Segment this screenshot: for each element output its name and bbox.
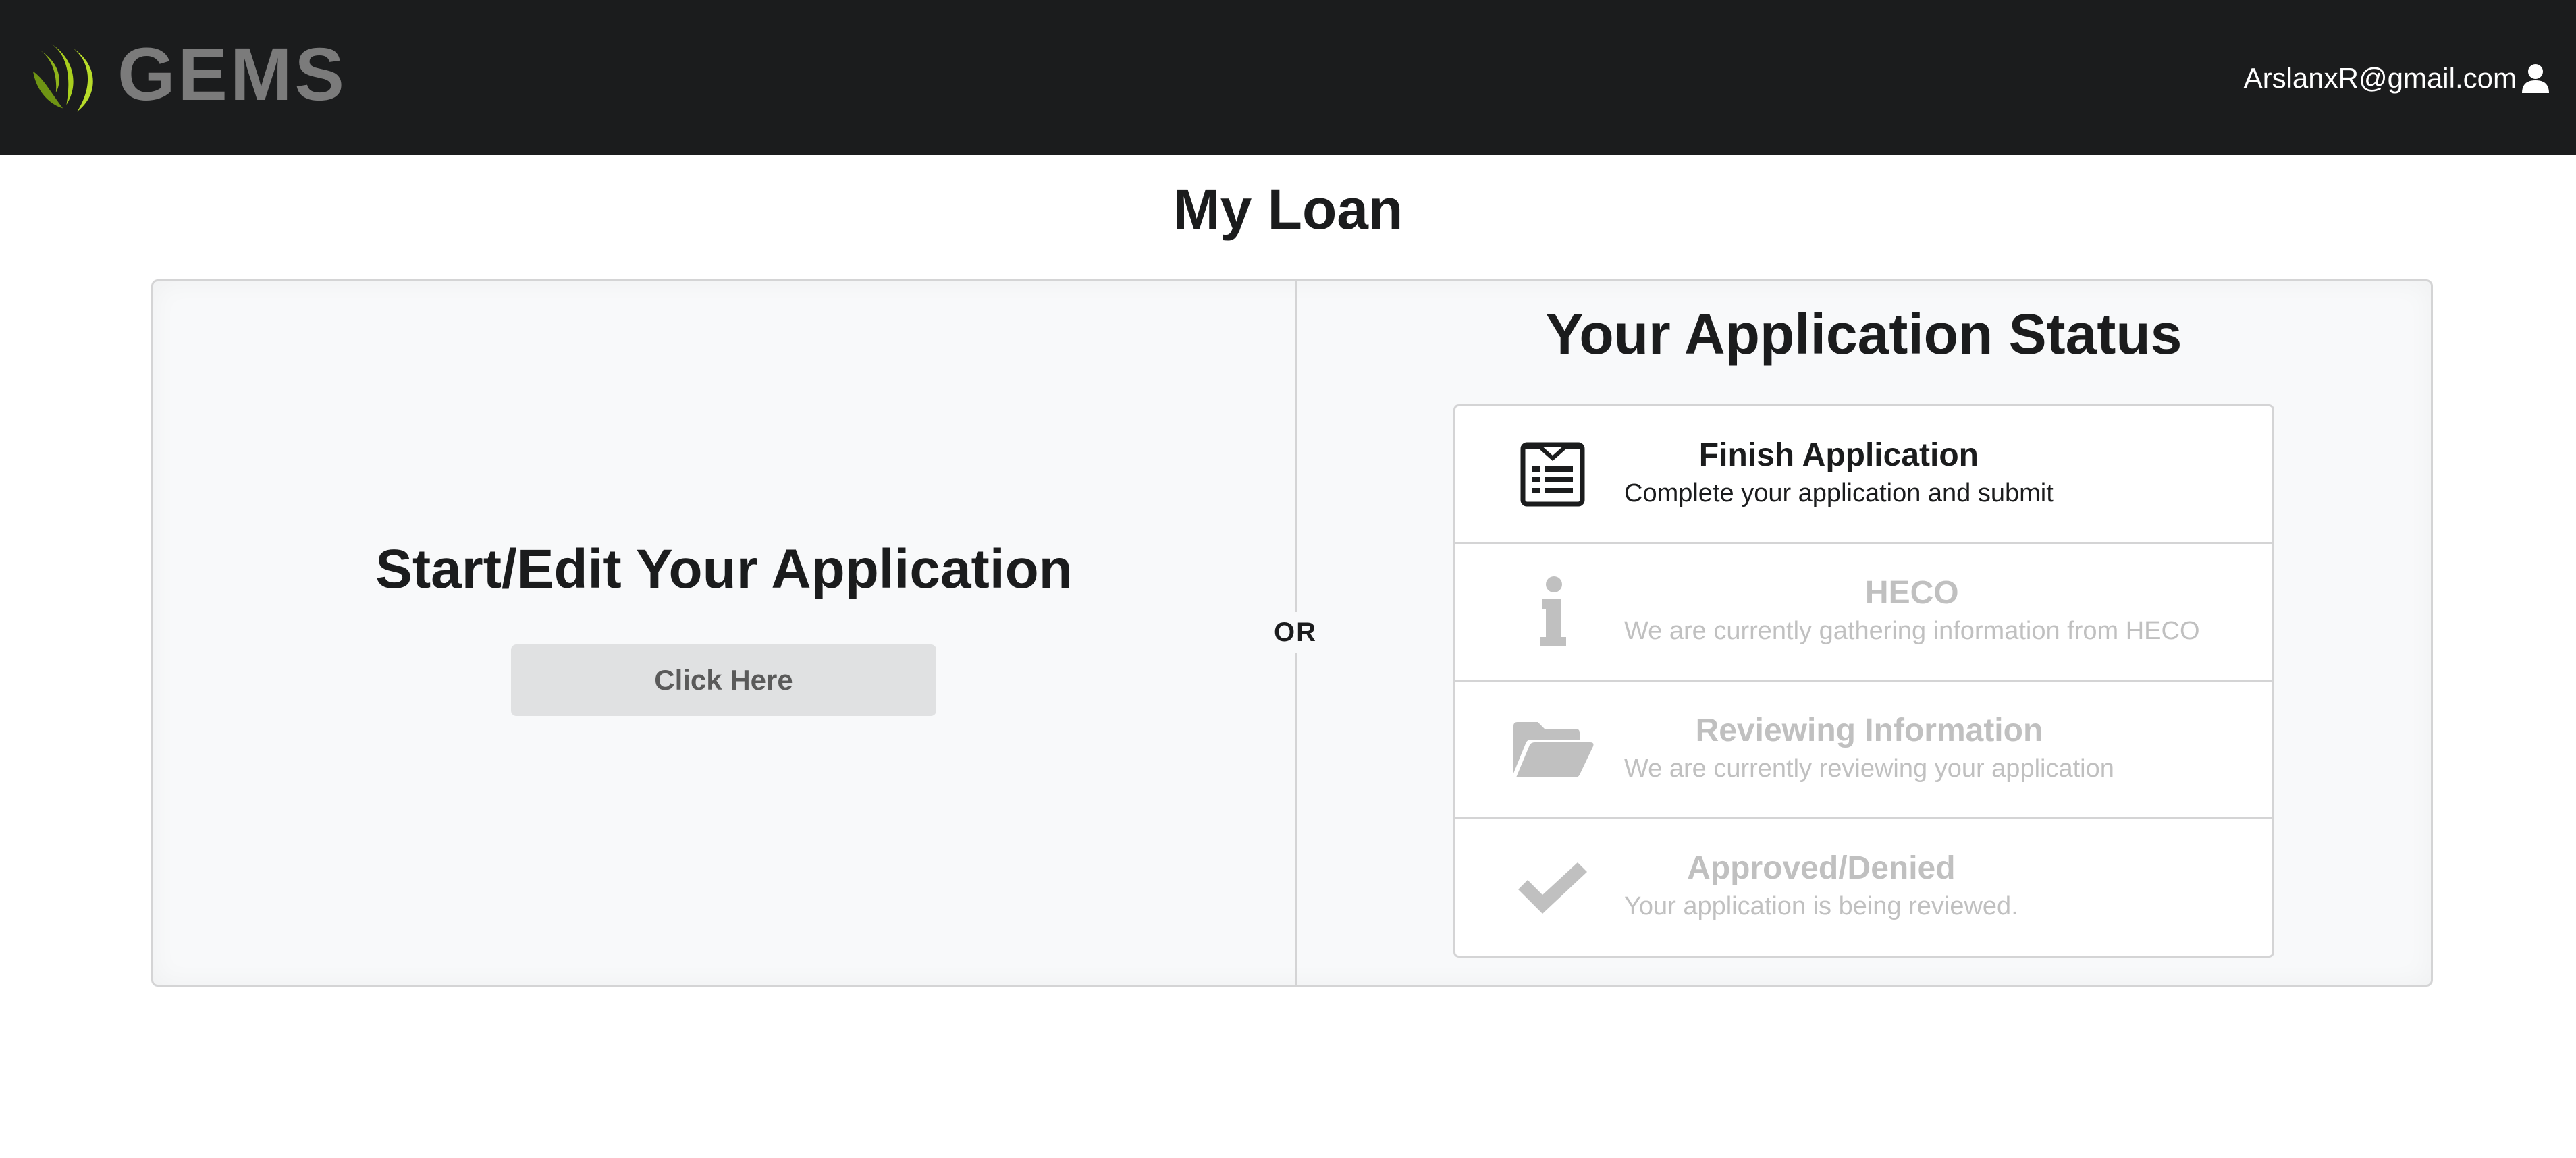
gems-leaf-logo-icon bbox=[33, 43, 93, 112]
step-reviewing-information: Reviewing Information We are currently r… bbox=[1455, 682, 2272, 819]
step-title: Approved/Denied bbox=[1687, 850, 1956, 886]
step-title: Finish Application bbox=[1698, 437, 1979, 473]
step-content: Finish Application Complete your applica… bbox=[1624, 436, 2054, 511]
user-icon bbox=[2522, 64, 2549, 93]
step-description: We are currently reviewing your applicat… bbox=[1624, 754, 2114, 783]
step-title: Reviewing Information bbox=[1695, 713, 2043, 748]
step-finish-application[interactable]: Finish Application Complete your applica… bbox=[1455, 406, 2272, 544]
step-approved-denied: Approved/Denied Your application is bein… bbox=[1455, 819, 2272, 956]
click-here-button[interactable]: Click Here bbox=[511, 644, 936, 716]
step-heco: HECO We are currently gathering informat… bbox=[1455, 544, 2272, 682]
open-folder-icon bbox=[1511, 708, 1594, 792]
checkmark-icon bbox=[1511, 846, 1594, 930]
user-email: ArslanxR@gmail.com bbox=[2243, 62, 2517, 94]
brand-name: GEMS bbox=[117, 33, 347, 116]
application-status-heading: Your Application Status bbox=[1545, 302, 2182, 366]
top-navbar: GEMS ArslanxR@gmail.com bbox=[0, 0, 2576, 155]
step-description: Your application is being reviewed. bbox=[1624, 891, 2018, 920]
step-content: HECO We are currently gathering informat… bbox=[1624, 574, 2200, 649]
page-title: My Loan bbox=[1173, 177, 1403, 241]
status-steps: Finish Application Complete your applica… bbox=[1453, 404, 2274, 958]
application-form-icon bbox=[1511, 433, 1594, 516]
user-menu[interactable]: ArslanxR@gmail.com bbox=[2244, 59, 2552, 97]
step-content: Approved/Denied Your application is bein… bbox=[1624, 849, 2018, 924]
loan-segment: Start/Edit Your Application Click Here O… bbox=[151, 279, 2433, 987]
application-status-column: Your Application Status Finish Applicati… bbox=[1297, 281, 2431, 985]
info-icon bbox=[1511, 570, 1594, 654]
brand-logo-link[interactable]: GEMS bbox=[24, 31, 347, 119]
step-title: HECO bbox=[1864, 575, 1959, 611]
step-description: Complete your application and submit bbox=[1624, 478, 2054, 507]
step-content: Reviewing Information We are currently r… bbox=[1624, 711, 2114, 786]
start-application-column: Start/Edit Your Application Click Here bbox=[153, 281, 1295, 985]
step-description: We are currently gathering information f… bbox=[1624, 616, 2200, 645]
start-application-heading: Start/Edit Your Application bbox=[375, 539, 1073, 600]
